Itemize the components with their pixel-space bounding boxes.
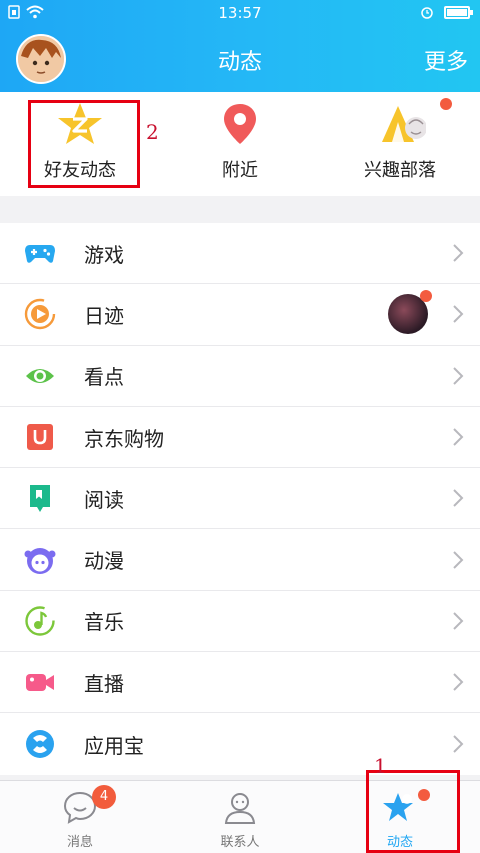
chevron-right-icon xyxy=(453,305,464,324)
anime-icon xyxy=(24,547,56,574)
more-button[interactable]: 更多 xyxy=(424,44,468,76)
list-item-live[interactable]: 直播 xyxy=(0,652,480,714)
step-highlight-box xyxy=(28,100,140,188)
list-item-app-store[interactable]: 应用宝 xyxy=(0,713,480,774)
music-note-icon xyxy=(25,606,55,636)
tab-label: 消息 xyxy=(66,835,93,850)
trace-thumbnail xyxy=(388,290,432,335)
quick-entry-label: 附近 xyxy=(222,160,258,181)
list-item-label: 动漫 xyxy=(84,549,124,574)
quick-entry-label: 兴趣部落 xyxy=(364,160,436,181)
list-item-kandian[interactable]: 看点 xyxy=(0,346,480,407)
notification-dot xyxy=(440,98,452,110)
chevron-right-icon xyxy=(453,489,464,508)
step-1-label: 1 xyxy=(374,754,387,778)
list-item-label: 日迹 xyxy=(84,303,124,328)
page-title: 动态 xyxy=(217,50,262,75)
status-bar: 13:57 xyxy=(0,0,480,26)
app-store-icon xyxy=(26,730,54,759)
battery-icon xyxy=(444,5,473,19)
location-pin-icon xyxy=(224,104,256,144)
bookmark-icon xyxy=(30,485,50,513)
list-item-label: 看点 xyxy=(84,365,124,390)
daily-trace-icon xyxy=(24,299,56,330)
eye-icon xyxy=(26,368,54,383)
list-item-label: 游戏 xyxy=(84,242,124,267)
notification-dot xyxy=(420,290,432,303)
tribe-icon xyxy=(382,106,426,142)
status-right-icons xyxy=(420,5,473,19)
header-bar: 13:57 动态 更多 xyxy=(0,0,480,92)
list-item-label: 阅读 xyxy=(84,487,124,512)
gamepad-icon xyxy=(25,245,55,263)
chevron-right-icon xyxy=(453,735,464,753)
list-item-music[interactable]: 音乐 xyxy=(0,591,480,653)
list-item-label: 直播 xyxy=(84,671,124,696)
contacts-person-icon xyxy=(224,793,256,824)
chevron-right-icon xyxy=(453,612,464,630)
chevron-right-icon xyxy=(453,673,464,691)
tab-messages[interactable]: 4 消息 xyxy=(0,781,160,853)
live-camera-icon xyxy=(26,674,54,692)
list-item-label: 京东购物 xyxy=(84,426,164,451)
alarm-icon xyxy=(421,7,433,19)
list-item-jd-shopping[interactable]: 京东购物 xyxy=(0,407,480,469)
list-item-game[interactable]: 游戏 xyxy=(0,223,480,285)
unread-badge: 4 xyxy=(92,785,116,809)
list-item-reading[interactable]: 阅读 xyxy=(0,468,480,530)
chevron-right-icon xyxy=(453,244,464,262)
clock: 13:57 xyxy=(218,4,262,22)
feature-list: 游戏 日迹 看点 京东购物 阅读 动漫 音乐 直播 应用宝 xyxy=(0,223,480,775)
list-item-daily-trace[interactable]: 日迹 xyxy=(0,284,480,346)
tab-label: 联系人 xyxy=(220,835,260,850)
list-item-label: 应用宝 xyxy=(84,733,144,758)
step-highlight-box xyxy=(366,770,460,853)
chevron-right-icon xyxy=(453,428,464,446)
quick-entry-interest-tribe[interactable]: 兴趣部落 xyxy=(320,92,480,196)
list-item-label: 音乐 xyxy=(84,610,124,635)
tab-contacts[interactable]: 联系人 xyxy=(160,781,320,853)
step-2-label: 2 xyxy=(146,120,159,144)
jd-shopping-icon xyxy=(27,424,53,451)
list-item-anime[interactable]: 动漫 xyxy=(0,529,480,591)
chevron-right-icon xyxy=(453,550,464,569)
quick-entry-nearby[interactable]: 附近 xyxy=(160,92,320,196)
chevron-right-icon xyxy=(453,367,464,385)
